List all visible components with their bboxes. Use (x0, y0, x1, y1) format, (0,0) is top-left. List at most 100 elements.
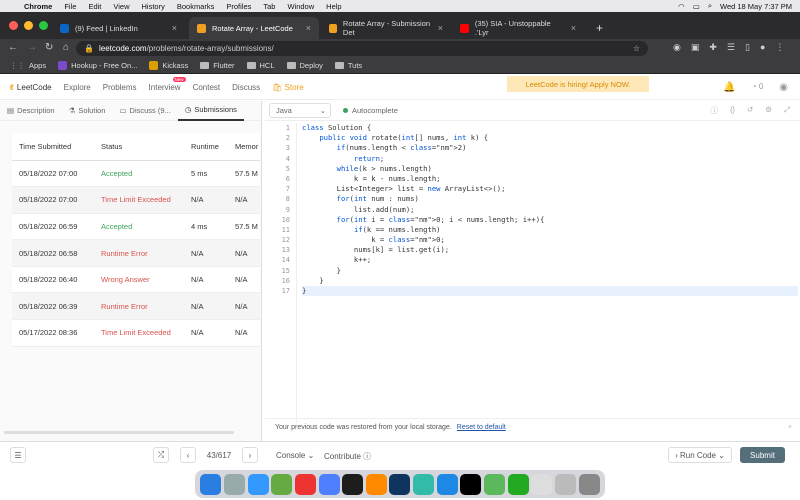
contribute-button[interactable]: Contribute ⓘ (324, 451, 371, 462)
search-icon[interactable]: ⌕ (708, 1, 712, 11)
dock-app-icon[interactable] (200, 473, 222, 495)
code-line[interactable]: for(int num : nums) (302, 194, 798, 204)
menu-bookmarks[interactable]: Bookmarks (177, 2, 215, 11)
status-cell[interactable]: Accepted (94, 160, 184, 188)
status-cell[interactable]: Wrong Answer (94, 266, 184, 294)
menu-history[interactable]: History (142, 2, 165, 11)
next-problem-button[interactable]: › (242, 447, 258, 463)
fullscreen-icon[interactable]: ⤢ (784, 105, 790, 116)
autocomplete-toggle[interactable]: Autocomplete (343, 106, 398, 115)
code-line[interactable]: for(int i = class="nm">0; i < nums.lengt… (302, 215, 798, 225)
code-line[interactable]: k = k - nums.length; (302, 174, 798, 184)
tab-description[interactable]: ▤ Description (0, 101, 62, 121)
table-row[interactable]: 05/18/2022 06:39 Runtime Error N/A N/A (12, 292, 260, 321)
code-line[interactable]: list.add(num); (302, 205, 798, 215)
table-row[interactable]: 05/17/2022 08:36 Time Limit Exceeded N/A N/… (12, 319, 260, 347)
forward-icon[interactable]: → (27, 42, 37, 53)
code-line[interactable]: while(k > nums.length) (302, 164, 798, 174)
bell-icon[interactable]: 🔔 (723, 82, 735, 93)
tab-submission-detail[interactable]: Rotate Array - Submission Det × (321, 17, 451, 39)
bookmark-apps[interactable]: ⋮⋮ Apps (10, 61, 46, 70)
menu-view[interactable]: View (113, 2, 129, 11)
menu-file[interactable]: File (64, 2, 76, 11)
status-cell[interactable]: Time Limit Exceeded (94, 186, 184, 214)
dock-app-icon[interactable] (318, 473, 340, 495)
puzzle-icon[interactable]: ✚ (709, 42, 717, 53)
dock-app-icon[interactable] (484, 473, 505, 495)
tab-submissions[interactable]: ◷ Submissions (177, 101, 244, 121)
dock-app-icon[interactable] (436, 473, 458, 495)
table-row[interactable]: 05/18/2022 07:00 Time Limit Exceeded N/A N/… (12, 186, 260, 214)
status-cell[interactable]: Accepted (94, 213, 184, 241)
nav-problems[interactable]: Problems (103, 83, 137, 92)
reset-to-default-link[interactable]: Reset to default (457, 424, 506, 431)
bookmark-star-icon[interactable]: ☆ (633, 44, 640, 53)
tab-discuss[interactable]: ▭ Discuss (9... (112, 101, 177, 121)
code-line[interactable]: k++; (302, 255, 798, 265)
bookmark-tuts[interactable]: Tuts (334, 61, 362, 70)
shuffle-button[interactable]: ⤮ (153, 447, 169, 463)
status-cell[interactable]: Runtime Error (94, 239, 184, 267)
reading-list-icon[interactable]: ☰ (727, 42, 735, 53)
table-row[interactable]: 05/18/2022 06:59 Accepted 4 ms 57.5 M (12, 213, 260, 241)
wifi-icon[interactable]: ◠ (678, 2, 685, 11)
dock-app-icon[interactable] (223, 473, 245, 495)
menu-help[interactable]: Help (326, 2, 341, 11)
nav-explore[interactable]: Explore (64, 83, 91, 92)
battery-icon[interactable]: ▭ (693, 2, 700, 11)
dock-app-icon[interactable] (413, 473, 435, 495)
tab-linkedin[interactable]: (9) Feed | LinkedIn × (52, 17, 185, 39)
leetcode-logo[interactable]: ℓ LeetCode (10, 83, 52, 92)
code-line[interactable]: List<Integer> list = new ArrayList<>(); (302, 184, 798, 194)
nav-store[interactable]: 🛍 Store (272, 83, 304, 92)
nav-contest[interactable]: Contest (193, 83, 221, 92)
new-tab-button[interactable]: + (588, 17, 611, 39)
code-line[interactable]: } (302, 266, 798, 276)
menu-window[interactable]: Window (287, 2, 314, 11)
code-line[interactable]: class Solution { (302, 123, 798, 133)
home-icon[interactable]: ⌂ (63, 42, 69, 53)
table-row[interactable]: 05/18/2022 06:40 Wrong Answer N/A N/A (12, 266, 260, 294)
close-window-icon[interactable] (9, 21, 18, 30)
reset-icon[interactable]: ↺ (747, 105, 753, 116)
menu-profiles[interactable]: Profiles (226, 2, 251, 11)
horizontal-scrollbar[interactable] (4, 431, 234, 434)
submit-button[interactable]: Submit (740, 447, 785, 463)
code-line[interactable]: if(k == nums.length) (302, 225, 798, 235)
nav-discuss[interactable]: Discuss (232, 83, 260, 92)
close-tab-icon[interactable]: × (438, 23, 443, 33)
close-tab-icon[interactable]: × (172, 23, 177, 33)
code-line[interactable]: } (302, 286, 798, 297)
prev-problem-button[interactable]: ‹ (180, 447, 196, 463)
dock-app-icon[interactable] (365, 473, 387, 495)
dock-app-icon[interactable] (460, 473, 482, 495)
coin-counter[interactable]: ◔ 0 (752, 82, 764, 93)
problem-list-button[interactable]: ☰ (10, 447, 26, 463)
menu-tab[interactable]: Tab (263, 2, 275, 11)
run-code-button[interactable]: › Run Code ⌄ (668, 447, 732, 463)
table-row[interactable]: 05/18/2022 06:58 Runtime Error N/A N/A (12, 239, 260, 267)
code-line[interactable]: } (302, 276, 798, 286)
status-cell[interactable]: Time Limit Exceeded (94, 319, 184, 347)
code-line[interactable]: nums[k] = list.get(i); (302, 245, 798, 255)
tab-rotate-array[interactable]: Rotate Array - LeetCode × (189, 17, 319, 39)
col-status[interactable]: Status (94, 133, 184, 161)
dock-app-icon[interactable] (554, 473, 576, 495)
dock-app-icon[interactable] (507, 473, 529, 495)
info-icon[interactable]: ⓘ (710, 105, 718, 116)
bookmark-kickass[interactable]: Kickass (149, 60, 188, 70)
dock-app-icon[interactable] (294, 473, 316, 495)
user-avatar[interactable]: ◉ (779, 82, 788, 93)
profile-avatar[interactable]: ● (760, 42, 765, 53)
close-tab-icon[interactable]: × (571, 23, 576, 33)
sidebar-icon[interactable]: ▯ (745, 42, 750, 53)
status-cell[interactable]: Runtime Error (94, 292, 184, 321)
minimize-window-icon[interactable] (24, 21, 33, 30)
extension-icon[interactable]: ◉ (673, 42, 681, 53)
dock-app-icon[interactable] (342, 473, 364, 495)
maximize-window-icon[interactable] (39, 21, 48, 30)
close-tab-icon[interactable]: × (306, 23, 311, 33)
tab-youtube[interactable]: (35) SIA - Unstoppable .'Lyr × (452, 17, 584, 39)
tab-solution[interactable]: ⚗ Solution (62, 101, 113, 121)
dock-app-icon[interactable] (578, 473, 600, 495)
